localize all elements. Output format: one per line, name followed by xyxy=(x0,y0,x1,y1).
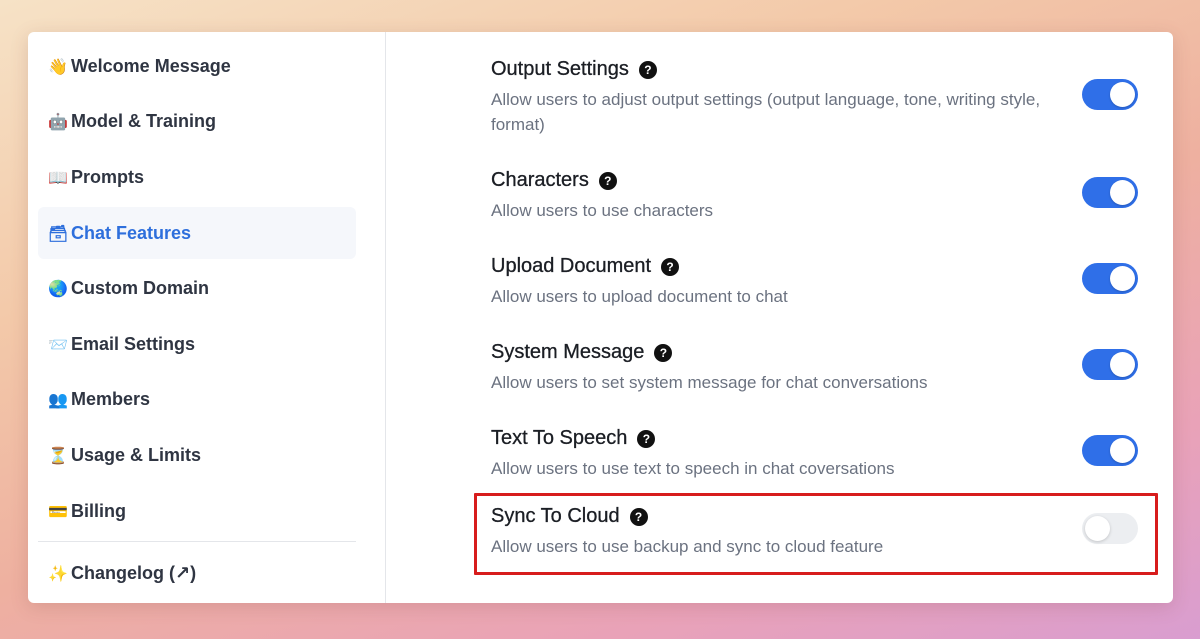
setting-title-text: System Message xyxy=(491,341,645,363)
setting-title: Upload Document ? xyxy=(491,255,1071,278)
setting-characters: Characters ? Allow users to use characte… xyxy=(491,169,1071,223)
setting-description: Allow users to use text to speech in cha… xyxy=(491,459,895,478)
book-icon: 📖 xyxy=(48,167,68,187)
sidebar-item-welcome-message[interactable]: 👋 Welcome Message xyxy=(38,40,356,92)
sidebar-item-email-settings[interactable]: 📨 Email Settings xyxy=(38,318,356,370)
setting-title-text: Text To Speech xyxy=(491,427,628,449)
credit-card-icon: 💳 xyxy=(48,501,68,521)
setting-system-message: System Message ? Allow users to set syst… xyxy=(491,341,1071,395)
setting-title: Characters ? xyxy=(491,169,1071,192)
help-icon[interactable]: ? xyxy=(638,60,657,79)
sidebar-item-label: Changelog (↗) xyxy=(71,562,197,583)
setting-description: Allow users to upload document to chat xyxy=(491,287,788,306)
system-message-toggle[interactable] xyxy=(1082,349,1138,380)
sidebar-item-prompts[interactable]: 📖 Prompts xyxy=(38,151,356,203)
sidebar-item-label: Usage & Limits xyxy=(71,444,202,465)
output-settings-toggle[interactable] xyxy=(1082,79,1138,110)
setting-title-text: Output Settings xyxy=(491,58,629,80)
toggle-knob xyxy=(1110,438,1135,463)
sidebar-item-label: Billing xyxy=(71,500,126,521)
setting-description: Allow users to adjust output settings (o… xyxy=(491,90,1041,134)
setting-title-text: Characters xyxy=(491,169,589,191)
toggle-knob xyxy=(1110,180,1135,205)
setting-title: Output Settings ? xyxy=(491,58,1071,81)
toggle-knob xyxy=(1110,82,1135,107)
sidebar-item-label: Welcome Message xyxy=(71,55,231,76)
waving-hand-icon: 👋 xyxy=(48,56,68,76)
setting-description: Allow users to use characters xyxy=(491,201,714,220)
help-icon[interactable]: ? xyxy=(637,429,656,448)
sidebar-item-model-training[interactable]: 🤖 Model & Training xyxy=(38,95,356,147)
highlight-box xyxy=(474,493,1158,575)
sidebar-item-custom-domain[interactable]: 🌏 Custom Domain xyxy=(38,262,356,314)
sidebar-item-chat-features[interactable]: 🗃 Chat Features xyxy=(38,207,356,259)
setting-output-settings: Output Settings ? Allow users to adjust … xyxy=(491,58,1071,137)
setting-text-to-speech: Text To Speech ? Allow users to use text… xyxy=(491,427,1071,481)
setting-upload-document: Upload Document ? Allow users to upload … xyxy=(491,255,1071,309)
setting-title: System Message ? xyxy=(491,341,1071,364)
sparkles-icon: ✨ xyxy=(48,563,68,583)
robot-icon: 🤖 xyxy=(48,111,68,131)
sidebar-divider xyxy=(38,541,356,542)
sidebar: 👋 Welcome Message 🤖 Model & Training 📖 P… xyxy=(28,32,386,603)
toggle-knob xyxy=(1110,266,1135,291)
sidebar-item-label: Members xyxy=(71,388,151,409)
people-icon: 👥 xyxy=(48,389,68,409)
sidebar-item-label: Model & Training xyxy=(71,110,217,131)
sidebar-item-label: Custom Domain xyxy=(71,277,210,298)
help-icon[interactable]: ? xyxy=(654,343,673,362)
toggle-knob xyxy=(1110,352,1135,377)
envelope-icon: 📨 xyxy=(48,334,68,354)
help-icon[interactable]: ? xyxy=(598,171,617,190)
characters-toggle[interactable] xyxy=(1082,177,1138,208)
globe-icon: 🌏 xyxy=(48,278,68,298)
sidebar-item-label: Prompts xyxy=(71,166,145,187)
sidebar-item-usage-limits[interactable]: ⏳ Usage & Limits xyxy=(38,429,356,481)
card-box-icon: 🗃 xyxy=(48,223,69,243)
sidebar-item-label: Chat Features xyxy=(71,222,192,243)
sidebar-item-label: Email Settings xyxy=(71,333,196,354)
help-icon[interactable]: ? xyxy=(661,257,680,276)
sidebar-item-changelog[interactable]: ✨ Changelog (↗) xyxy=(38,547,356,599)
text-to-speech-toggle[interactable] xyxy=(1082,435,1138,466)
setting-description: Allow users to set system message for ch… xyxy=(491,373,928,392)
setting-title: Text To Speech ? xyxy=(491,427,1071,450)
setting-title-text: Upload Document xyxy=(491,255,652,277)
upload-document-toggle[interactable] xyxy=(1082,263,1138,294)
sidebar-item-billing[interactable]: 💳 Billing xyxy=(38,485,356,537)
hourglass-icon: ⏳ xyxy=(48,445,68,465)
sidebar-item-members[interactable]: 👥 Members xyxy=(38,373,356,425)
